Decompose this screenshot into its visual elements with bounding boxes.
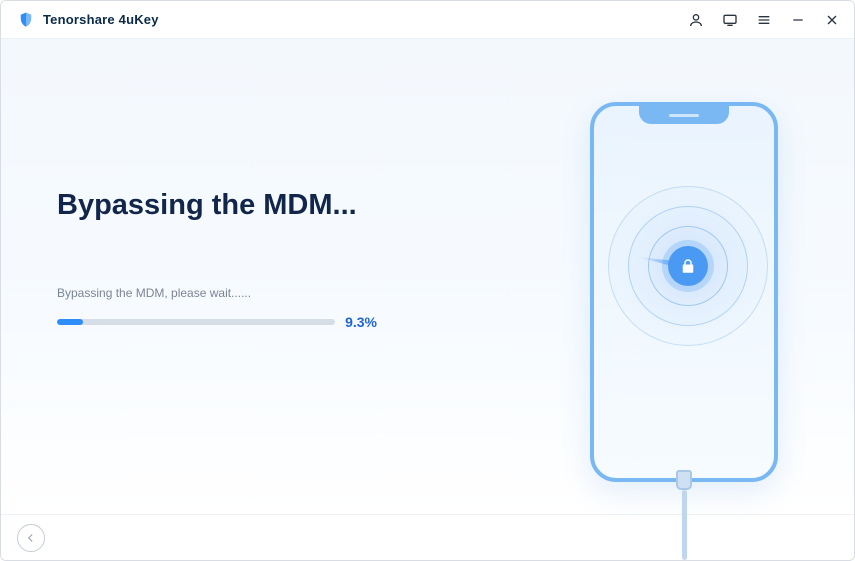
- app-title: Tenorshare 4uKey: [43, 12, 159, 27]
- footer: [1, 514, 854, 560]
- page-heading: Bypassing the MDM...: [57, 189, 494, 222]
- progress-bar: [57, 319, 335, 325]
- account-icon[interactable]: [686, 10, 706, 30]
- progress-row: 9.3%: [57, 314, 377, 330]
- right-pane: [514, 39, 854, 514]
- close-button[interactable]: [822, 10, 842, 30]
- menu-icon[interactable]: [754, 10, 774, 30]
- minimize-button[interactable]: [788, 10, 808, 30]
- app-window: Tenorshare 4uKey Bypassing the MDM... By…: [0, 0, 855, 561]
- phone-illustration: [590, 102, 778, 482]
- phone-notch: [639, 106, 729, 124]
- titlebar: Tenorshare 4uKey: [1, 1, 854, 39]
- lock-icon: [668, 246, 708, 286]
- content-area: Bypassing the MDM... Bypassing the MDM, …: [1, 39, 854, 514]
- phone-frame: [590, 102, 778, 482]
- progress-label: 9.3%: [345, 314, 377, 330]
- back-button[interactable]: [17, 524, 45, 552]
- shield-logo-icon: [17, 11, 35, 29]
- status-text: Bypassing the MDM, please wait......: [57, 286, 494, 300]
- app-logo-group: Tenorshare 4uKey: [17, 11, 159, 29]
- titlebar-controls: [686, 10, 842, 30]
- usb-cable-icon: [674, 470, 694, 560]
- feedback-icon[interactable]: [720, 10, 740, 30]
- left-pane: Bypassing the MDM... Bypassing the MDM, …: [1, 39, 514, 514]
- progress-fill: [57, 319, 83, 325]
